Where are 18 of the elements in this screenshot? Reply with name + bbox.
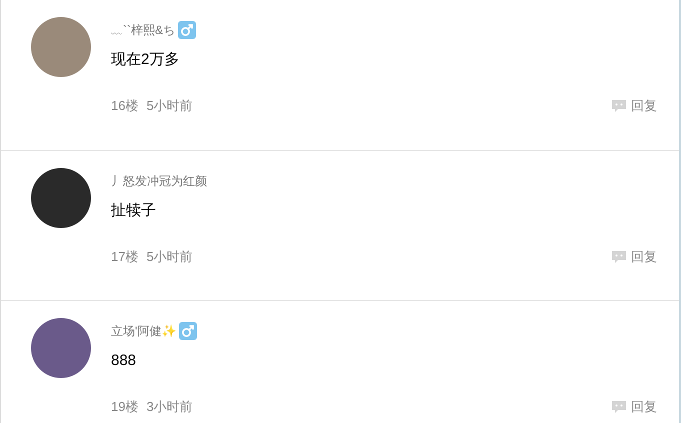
reply-button[interactable]: 回复 xyxy=(611,96,657,116)
username[interactable]: 丿怒发冲冠为红颜 xyxy=(111,172,207,190)
reply-button[interactable]: 回复 xyxy=(611,247,657,266)
post-time: 3小时前 xyxy=(146,398,193,416)
comment-text: 现在2万多 xyxy=(111,50,180,70)
comment-text: 扯犊子 xyxy=(111,201,157,221)
username[interactable]: ﹏``梓熙&ち xyxy=(111,21,175,39)
username[interactable]: 立场'阿健✨ xyxy=(111,322,176,340)
comment-text: 888 xyxy=(111,351,138,371)
post-time: 5小时前 xyxy=(146,97,193,115)
floor-number: 19楼 xyxy=(111,398,138,416)
speech-bubble-icon xyxy=(611,98,627,113)
floor-number: 16楼 xyxy=(111,97,138,115)
speech-bubble-icon xyxy=(611,400,627,414)
reply-button[interactable]: 回复 xyxy=(611,397,657,416)
post-time: 5小时前 xyxy=(146,248,193,266)
speech-bubble-icon xyxy=(611,250,627,264)
floor-number: 17楼 xyxy=(111,248,138,266)
